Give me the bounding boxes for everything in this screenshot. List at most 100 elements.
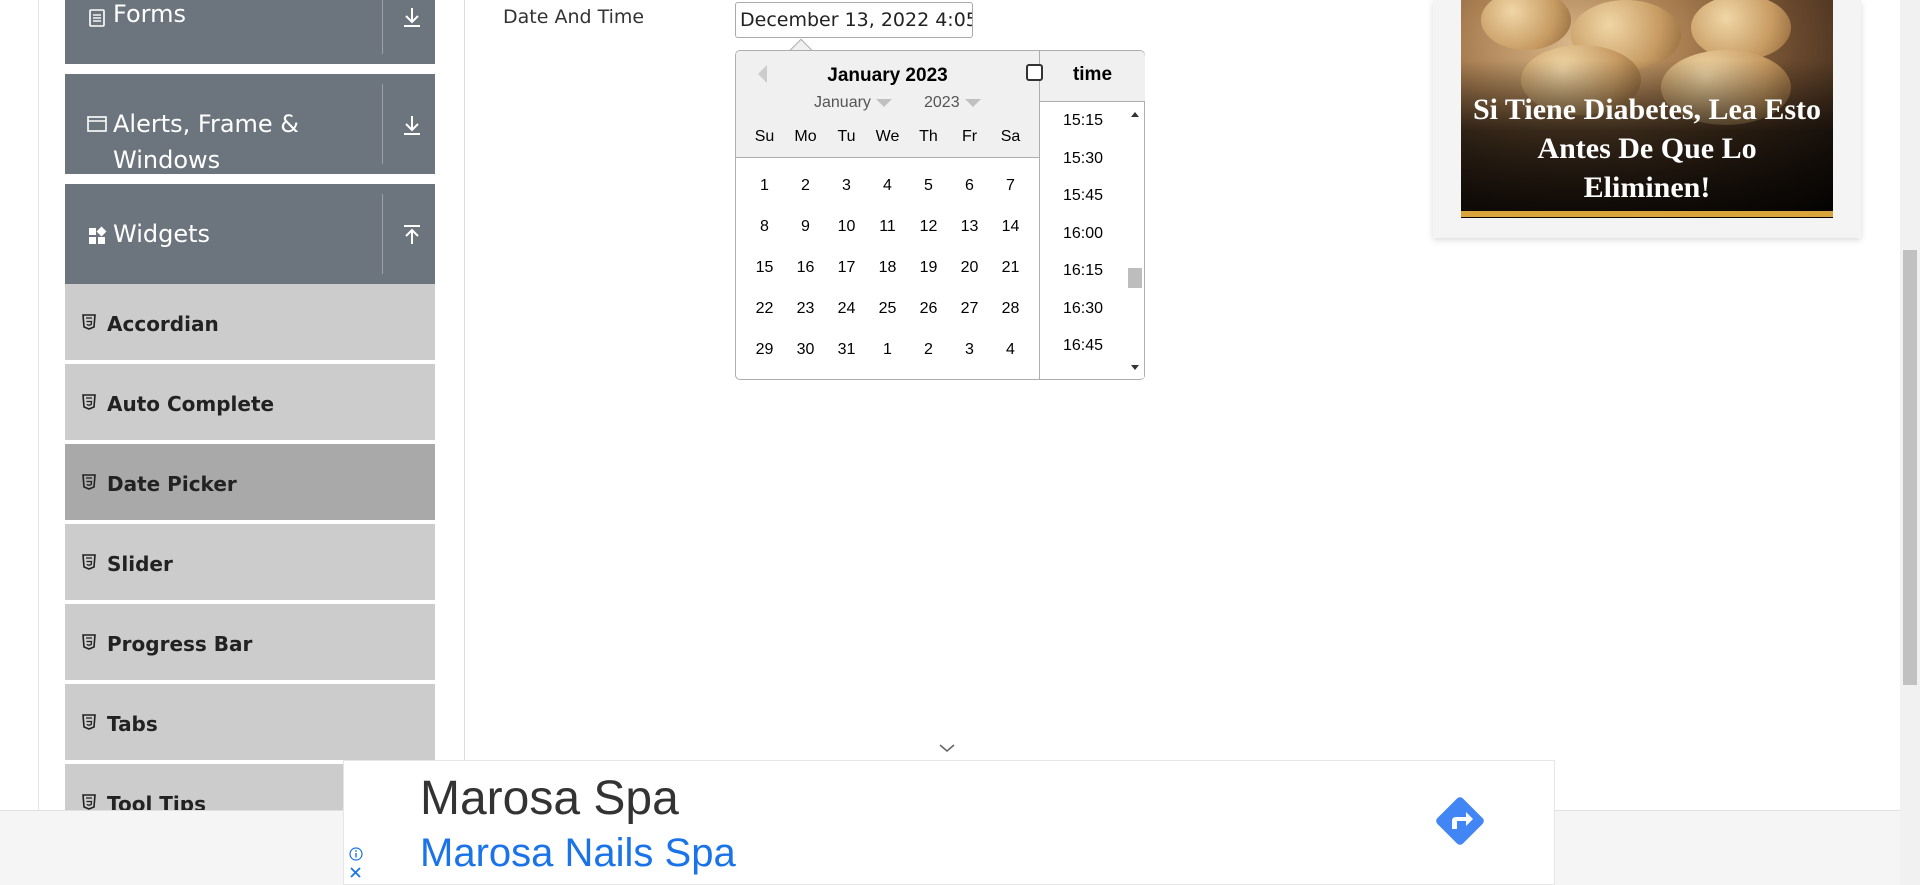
time-option[interactable]: 15:15 [1040,112,1126,130]
year-select-value: 2023 [924,94,960,111]
calendar-day[interactable]: 9 [785,217,826,258]
time-scrollbar[interactable] [1126,102,1144,378]
calendar-week-row: 1234567 [744,176,1031,217]
calendar-day[interactable]: 23 [785,299,826,340]
calendar-day[interactable]: 2 [908,340,949,381]
weekday-label: Mo [794,128,817,145]
download-icon[interactable] [399,4,425,30]
html5-icon [82,794,96,810]
list-icon [89,9,105,27]
current-month-title: January 2023 [827,65,948,86]
calendar-day[interactable]: 21 [990,258,1031,299]
calendar-day[interactable]: 29 [744,340,785,381]
download-icon[interactable] [399,112,425,138]
time-option[interactable]: 16:30 [1040,300,1126,318]
calendar-day[interactable]: 3 [826,176,867,217]
chevron-down-icon [875,98,892,107]
menu-item-label: Progress Bar [107,632,253,656]
today-toggle-icon[interactable] [1026,64,1043,81]
calendar-week-row: 22 23 24 25 26 27 28 [744,299,1031,340]
calendar-day[interactable]: 14 [990,217,1031,258]
page-left-border [38,0,39,810]
date-time-picker: January 2023 January 2023 Su Mo Tu We Th… [735,50,1145,380]
time-list: 15:15 15:30 15:45 16:00 16:15 16:30 16:45 [1040,102,1126,378]
sidebar: Forms Alerts, Frame & Windows Widgets Ac… [65,0,435,842]
calendar-day[interactable]: 7 [990,176,1031,217]
group-widgets[interactable]: Widgets [65,184,435,284]
calendar: January 2023 January 2023 Su Mo Tu We Th… [736,51,1039,379]
time-option[interactable]: 15:45 [1040,187,1126,205]
calendar-day[interactable]: 1 [744,176,785,217]
calendar-day[interactable]: 15 [744,258,785,299]
page-scroll-thumb[interactable] [1903,250,1917,685]
calendar-day[interactable]: 31 [826,340,867,381]
time-option[interactable]: 16:45 [1040,337,1126,355]
info-icon[interactable] [349,847,363,861]
divider [382,194,383,274]
chevron-down-icon[interactable] [938,742,956,754]
day-grid: 1 2 3 4 5 6 7 8 9 10 11 12 13 14 15 16 17 18 19 20 21 22 23 24 2… [744,176,1031,381]
time-option[interactable]: 16:15 [1040,262,1126,280]
year-select[interactable]: 2023 [924,94,981,112]
upload-icon[interactable] [399,222,425,248]
scroll-up-icon[interactable] [1131,112,1139,117]
calendar-day[interactable]: 20 [949,258,990,299]
html5-icon [82,474,96,490]
calendar-day[interactable]: 26 [908,299,949,340]
calendar-day[interactable]: 13 [949,217,990,258]
window-icon [87,116,107,132]
time-header: time [1040,51,1145,102]
calendar-day[interactable]: 19 [908,258,949,299]
bottom-ad[interactable]: Marosa Spa Marosa Nails Spa [343,760,1555,885]
month-select[interactable]: January [814,94,892,112]
calendar-header: January 2023 January 2023 Su Mo Tu We Th… [736,51,1039,158]
bottom-ad-subtitle[interactable]: Marosa Nails Spa [420,831,736,876]
calendar-day[interactable]: 5 [908,176,949,217]
directions-icon[interactable] [1430,791,1490,851]
calendar-day[interactable]: 24 [826,299,867,340]
bottom-ad-title: Marosa Spa [420,772,679,825]
html5-icon [82,634,96,650]
calendar-day[interactable]: 22 [744,299,785,340]
calendar-day[interactable]: 4 [867,176,908,217]
calendar-day[interactable]: 6 [949,176,990,217]
menu-item-label: Accordian [107,312,219,336]
time-option[interactable]: 15:30 [1040,150,1126,168]
calendar-day[interactable]: 30 [785,340,826,381]
time-option[interactable]: 16:00 [1040,225,1126,243]
divider [382,84,383,164]
html5-icon [82,714,96,730]
close-icon[interactable] [348,865,363,880]
menu-item-tabs[interactable]: Tabs [65,684,435,762]
calendar-day[interactable]: 4 [990,340,1031,381]
calendar-day[interactable]: 28 [990,299,1031,340]
calendar-week-row: 15 16 17 18 19 20 21 [744,258,1031,299]
sponsored-ad[interactable]: Si Tiene Diabetes, Lea Esto Antes De Que… [1433,0,1861,238]
calendar-day[interactable]: 27 [949,299,990,340]
menu-item-date-picker[interactable]: Date Picker [65,444,435,522]
calendar-day[interactable]: 2 [785,176,826,217]
page-scrollbar[interactable] [1900,0,1920,885]
menu-item-auto-complete[interactable]: Auto Complete [65,364,435,442]
menu-item-slider[interactable]: Slider [65,524,435,602]
menu-item-progress-bar[interactable]: Progress Bar [65,604,435,682]
date-time-input[interactable]: December 13, 2022 4:05 PM [735,2,973,38]
scroll-down-icon[interactable] [1131,365,1139,370]
calendar-day[interactable]: 3 [949,340,990,381]
ad-image: Si Tiene Diabetes, Lea Esto Antes De Que… [1461,0,1833,218]
calendar-day[interactable]: 17 [826,258,867,299]
group-forms[interactable]: Forms [65,0,435,64]
calendar-day[interactable]: 18 [867,258,908,299]
calendar-day[interactable]: 1 [867,340,908,381]
calendar-day[interactable]: 8 [744,217,785,258]
calendar-day[interactable]: 16 [785,258,826,299]
calendar-day[interactable]: 10 [826,217,867,258]
divider [382,0,383,54]
calendar-day[interactable]: 25 [867,299,908,340]
group-alerts-frame-windows[interactable]: Alerts, Frame & Windows [65,74,435,174]
calendar-day[interactable]: 12 [908,217,949,258]
menu-item-accordian[interactable]: Accordian [65,284,435,362]
chevron-down-icon [964,98,981,107]
calendar-day[interactable]: 11 [867,217,908,258]
scroll-thumb[interactable] [1128,268,1142,288]
